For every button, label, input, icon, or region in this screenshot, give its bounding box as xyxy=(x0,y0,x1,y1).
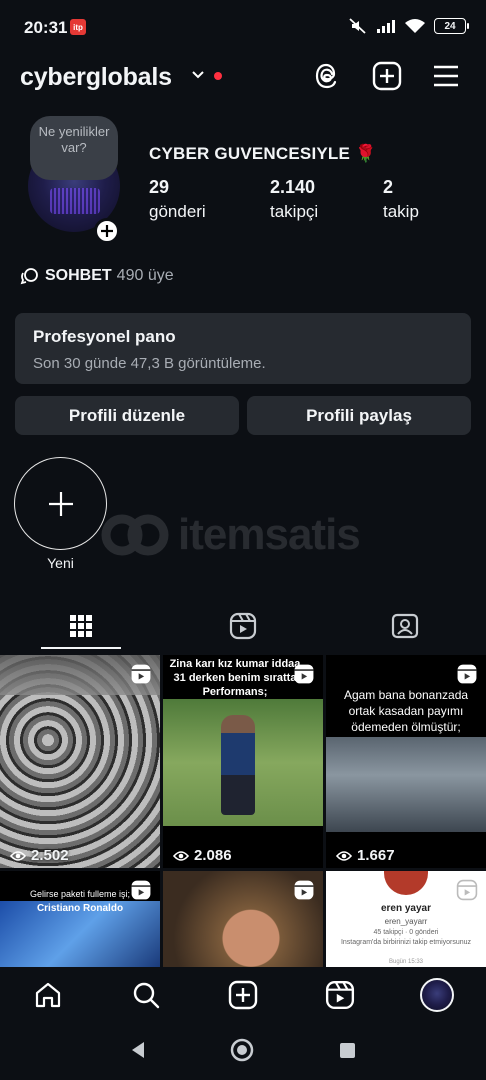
create-post-icon[interactable] xyxy=(225,977,261,1013)
eye-icon xyxy=(336,850,352,861)
eye-icon xyxy=(173,850,189,861)
tab-tagged[interactable] xyxy=(324,600,486,652)
signal-icon xyxy=(377,20,395,33)
search-icon[interactable] xyxy=(128,977,164,1013)
notification-badge: itp xyxy=(70,19,86,35)
posts-stat[interactable]: 29 gönderi xyxy=(149,177,206,222)
post-caption: Agam bana bonanzada ortak kasadan payımı… xyxy=(343,688,469,734)
create-icon[interactable] xyxy=(371,60,403,92)
recents-icon[interactable] xyxy=(339,1042,356,1059)
grid-post[interactable]: Agam bana bonanzada ortak kasadan payımı… xyxy=(326,655,486,868)
tagged-icon xyxy=(391,613,419,639)
add-story-button[interactable] xyxy=(94,218,120,244)
grid-post[interactable]: Gelirse paketi fulleme işi; Cristiano Ro… xyxy=(0,871,160,967)
profile-header: cyberglobals xyxy=(0,56,486,100)
reels-icon xyxy=(131,880,151,900)
status-bar: 20:31 itp 24 xyxy=(0,0,486,56)
threads-icon[interactable] xyxy=(311,60,343,92)
display-name: CYBER GUVENCESIYLE 🌹 xyxy=(149,144,377,163)
card-time: Bugün 15:33 xyxy=(388,959,424,965)
avatar xyxy=(420,978,454,1012)
card-note: Instagram'da birbirinizi takip etmiyorsu… xyxy=(340,939,472,946)
mute-icon xyxy=(349,18,366,34)
channel-name: SOHBET xyxy=(45,267,112,284)
chat-icon xyxy=(20,268,38,285)
view-count-value: 1.667 xyxy=(357,847,395,864)
stat-value: 2.140 xyxy=(270,177,316,197)
stat-value: 29 xyxy=(149,177,170,197)
reels-icon xyxy=(229,612,257,640)
grid-post[interactable]: Zina karı kız kumar iddaa 31 derken beni… xyxy=(163,655,323,868)
reels-icon xyxy=(131,664,151,684)
active-tab-indicator xyxy=(41,647,121,649)
broadcast-channel[interactable]: SOHBET 490 üye xyxy=(20,267,174,285)
watermark-text: itemsatis xyxy=(178,510,361,559)
stat-label: gönderi xyxy=(149,202,206,221)
view-count-value: 2.086 xyxy=(194,847,232,864)
view-count: 2.502 xyxy=(10,847,69,864)
view-count: 2.086 xyxy=(173,847,232,864)
dashboard-subtitle: Son 30 günde 47,3 B görüntüleme. xyxy=(33,355,266,372)
system-navigation xyxy=(0,1023,486,1080)
chevron-down-icon[interactable] xyxy=(191,70,205,80)
watermark-logo-icon xyxy=(101,514,169,556)
grid-post[interactable]: eren yayar eren_yayarr 45 takipçi · 0 gö… xyxy=(326,871,486,967)
note-bubble[interactable]: Ne yenilikler var? xyxy=(30,116,118,180)
menu-icon[interactable] xyxy=(430,60,462,92)
wifi-icon xyxy=(405,19,425,33)
plus-icon xyxy=(48,491,73,516)
tab-posts[interactable] xyxy=(0,600,162,652)
notification-dot xyxy=(214,72,222,80)
post-subcaption: Cristiano Ronaldo xyxy=(36,903,124,914)
battery-icon: 24 xyxy=(434,18,469,34)
new-highlight-button[interactable] xyxy=(14,457,107,550)
channel-members: 490 üye xyxy=(116,267,174,284)
new-highlight-label: Yeni xyxy=(47,555,74,571)
grid-post[interactable] xyxy=(163,871,323,967)
share-profile-button[interactable]: Profili paylaş xyxy=(247,396,471,435)
eye-icon xyxy=(10,850,26,861)
grid-icon xyxy=(70,615,92,637)
followers-stat[interactable]: 2.140 takipçi xyxy=(270,177,318,222)
reels-icon xyxy=(456,879,478,901)
view-count-value: 2.502 xyxy=(31,847,69,864)
status-time: 20:31 xyxy=(24,18,68,37)
back-icon[interactable] xyxy=(128,1040,148,1060)
grid-post[interactable]: 2.502 xyxy=(0,655,160,868)
account-switcher[interactable]: cyberglobals xyxy=(20,63,172,92)
status-icons: 24 xyxy=(348,17,469,35)
edit-profile-button[interactable]: Profili düzenle xyxy=(15,396,239,435)
profile-nav-avatar[interactable] xyxy=(419,977,455,1013)
stat-value: 2 xyxy=(383,177,394,197)
tab-reels[interactable] xyxy=(162,600,324,652)
reels-icon xyxy=(294,880,314,900)
dashboard-title: Profesyonel pano xyxy=(33,327,176,346)
home-button-icon[interactable] xyxy=(230,1038,254,1062)
bottom-navigation xyxy=(0,967,486,1023)
reels-icon xyxy=(294,664,314,684)
reels-icon xyxy=(457,664,477,684)
profile-tabs xyxy=(0,600,486,652)
home-icon[interactable] xyxy=(30,977,66,1013)
plus-icon xyxy=(101,225,113,237)
stat-label: takipçi xyxy=(270,202,319,221)
posts-grid: 2.502 Zina karı kız kumar iddaa 31 derke… xyxy=(0,655,486,967)
following-stat[interactable]: 2 takip xyxy=(383,177,419,222)
watermark: itemsatis xyxy=(100,510,361,560)
reels-nav-icon[interactable] xyxy=(322,977,358,1013)
view-count: 1.667 xyxy=(336,847,395,864)
stat-label: takip xyxy=(383,202,419,221)
professional-dashboard[interactable]: Profesyonel pano Son 30 günde 47,3 B gör… xyxy=(15,313,471,384)
